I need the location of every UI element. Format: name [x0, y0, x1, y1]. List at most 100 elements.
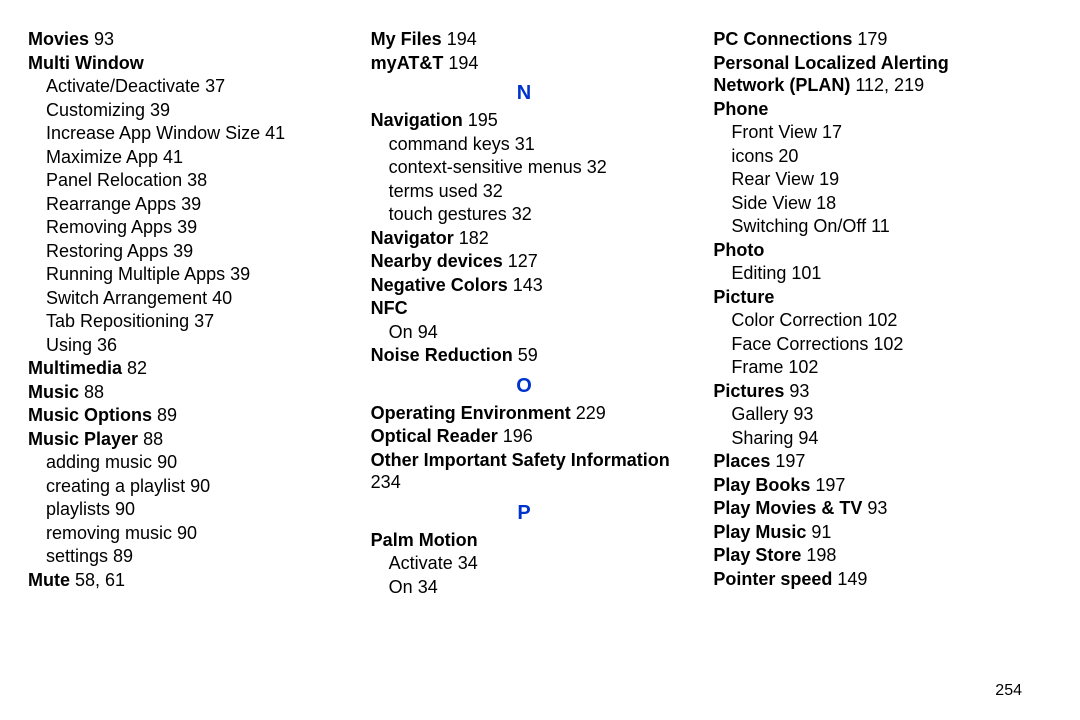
index-pages: 11 — [866, 216, 890, 236]
index-subentry: Restoring Apps 39 — [28, 240, 335, 263]
index-entry: Play Store 198 — [713, 544, 1020, 567]
index-pages: 59 — [513, 345, 538, 365]
index-label: Using — [46, 335, 92, 355]
index-label: PC Connections — [713, 29, 852, 49]
index-entry: Noise Reduction 59 — [371, 344, 678, 367]
index-label: Picture — [713, 287, 774, 307]
index-pages: 93 — [862, 498, 887, 518]
index-subentry: Maximize App 41 — [28, 146, 335, 169]
page-number: 254 — [995, 682, 1022, 700]
index-subentry: touch gestures 32 — [371, 203, 678, 226]
index-entry: Negative Colors 143 — [371, 274, 678, 297]
index-pages: 58, 61 — [70, 570, 125, 590]
index-pages: 34 — [413, 577, 438, 597]
index-pages: 194 — [443, 53, 478, 73]
index-entry: Music Player 88 — [28, 428, 335, 451]
section-letter: P — [371, 501, 678, 526]
index-label: Frame — [731, 357, 783, 377]
index-label: Activate/Deactivate — [46, 76, 200, 96]
index-label: Music Options — [28, 405, 152, 425]
index-subentry: Customizing 39 — [28, 99, 335, 122]
index-pages: 89 — [108, 546, 133, 566]
index-pages: 32 — [478, 181, 503, 201]
index-pages: 39 — [172, 217, 197, 237]
index-label: Noise Reduction — [371, 345, 513, 365]
index-pages: 197 — [770, 451, 805, 471]
index-label: Panel Relocation — [46, 170, 182, 190]
index-pages: 37 — [189, 311, 214, 331]
index-entry: Pointer speed 149 — [713, 568, 1020, 591]
index-entry: Navigation 195 — [371, 109, 678, 132]
index-label: Editing — [731, 263, 786, 283]
index-label: Rear View — [731, 169, 814, 189]
index-subentry: Activate 34 — [371, 552, 678, 575]
index-label: terms used — [389, 181, 478, 201]
index-pages: 94 — [413, 322, 438, 342]
index-pages: 196 — [498, 426, 533, 446]
index-label: Tab Repositioning — [46, 311, 189, 331]
index-label: Gallery — [731, 404, 788, 424]
index-label: adding music — [46, 452, 152, 472]
index-subentry: Color Correction 102 — [713, 309, 1020, 332]
index-entry: PC Connections 179 — [713, 28, 1020, 51]
index-subentry: Front View 17 — [713, 121, 1020, 144]
index-label: Running Multiple Apps — [46, 264, 225, 284]
index-subentry: Switch Arrangement 40 — [28, 287, 335, 310]
index-pages: 93 — [788, 404, 813, 424]
index-entry: Photo — [713, 239, 1020, 262]
index-entry: Phone — [713, 98, 1020, 121]
index-pages: 102 — [868, 334, 903, 354]
index-label: NFC — [371, 298, 408, 318]
index-label: Pointer speed — [713, 569, 832, 589]
index-pages: 143 — [508, 275, 543, 295]
index-pages: 112, 219 — [850, 75, 924, 95]
index-pages: 41 — [260, 123, 285, 143]
index-label: Play Books — [713, 475, 810, 495]
index-column: Movies 93Multi WindowActivate/Deactivate… — [28, 28, 335, 668]
index-label: Other Important Safety Information — [371, 450, 670, 470]
index-label: Navigation — [371, 110, 463, 130]
index-pages: 39 — [225, 264, 250, 284]
index-subentry: Tab Repositioning 37 — [28, 310, 335, 333]
index-label: Music — [28, 382, 79, 402]
index-label: Mute — [28, 570, 70, 590]
index-entry: Places 197 — [713, 450, 1020, 473]
index-label: Palm Motion — [371, 530, 478, 550]
index-pages: 182 — [454, 228, 489, 248]
index-label: myAT&T — [371, 53, 444, 73]
index-subentry: On 94 — [371, 321, 678, 344]
index-entry: Pictures 93 — [713, 380, 1020, 403]
index-subentry: Editing 101 — [713, 262, 1020, 285]
section-letter: N — [371, 81, 678, 106]
index-label: Play Movies & TV — [713, 498, 862, 518]
index-label: Restoring Apps — [46, 241, 168, 261]
index-entry: Operating Environment 229 — [371, 402, 678, 425]
index-label: Operating Environment — [371, 403, 571, 423]
index-label: Switch Arrangement — [46, 288, 207, 308]
index-pages: 101 — [786, 263, 821, 283]
index-label: command keys — [389, 134, 510, 154]
index-entry: Play Music 91 — [713, 521, 1020, 544]
index-pages: 18 — [811, 193, 836, 213]
index-columns: Movies 93Multi WindowActivate/Deactivate… — [28, 28, 1020, 668]
index-pages: 89 — [152, 405, 177, 425]
index-subentry: On 34 — [371, 576, 678, 599]
index-pages: 194 — [442, 29, 477, 49]
index-label: Play Store — [713, 545, 801, 565]
index-label: removing music — [46, 523, 172, 543]
index-pages: 90 — [185, 476, 210, 496]
index-label: Optical Reader — [371, 426, 498, 446]
index-entry: Multi Window — [28, 52, 335, 75]
index-label: Side View — [731, 193, 811, 213]
index-subentry: Increase App Window Size 41 — [28, 122, 335, 145]
index-label: Increase App Window Size — [46, 123, 260, 143]
index-pages: 37 — [200, 76, 225, 96]
index-entry: myAT&T 194 — [371, 52, 678, 75]
index-label: icons — [731, 146, 773, 166]
index-subentry: Panel Relocation 38 — [28, 169, 335, 192]
index-subentry: creating a playlist 90 — [28, 475, 335, 498]
index-subentry: context-sensitive menus 32 — [371, 156, 678, 179]
index-label: settings — [46, 546, 108, 566]
index-label: Sharing — [731, 428, 793, 448]
index-label: Color Correction — [731, 310, 862, 330]
